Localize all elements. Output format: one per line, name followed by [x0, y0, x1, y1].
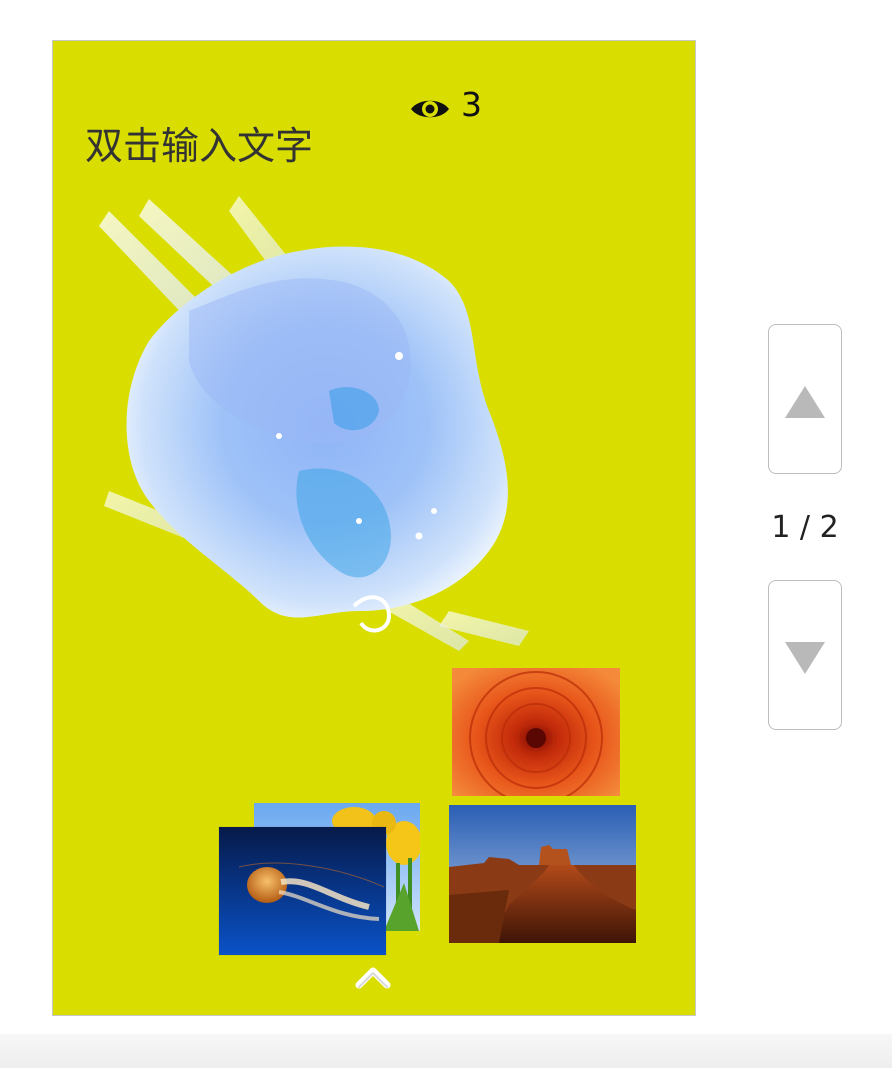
eye-icon	[409, 95, 451, 127]
page-canvas[interactable]: 双击输入文字 3	[52, 40, 696, 1016]
chevron-up-icon[interactable]	[353, 961, 393, 993]
photo-jellyfish[interactable]	[219, 827, 386, 955]
photo-desert-butte[interactable]	[449, 805, 636, 943]
bottom-bar	[0, 1034, 892, 1068]
watercolor-splash-image[interactable]	[89, 191, 549, 651]
prev-page-button[interactable]	[768, 324, 842, 474]
view-counter: 3	[409, 88, 482, 127]
triangle-up-icon	[785, 386, 825, 418]
triangle-down-icon	[785, 642, 825, 674]
page-indicator: 1 / 2	[771, 510, 839, 545]
page-title[interactable]: 双击输入文字	[85, 127, 313, 165]
photo-orange-flower[interactable]	[452, 668, 620, 796]
next-page-button[interactable]	[768, 580, 842, 730]
view-count: 3	[461, 84, 482, 124]
